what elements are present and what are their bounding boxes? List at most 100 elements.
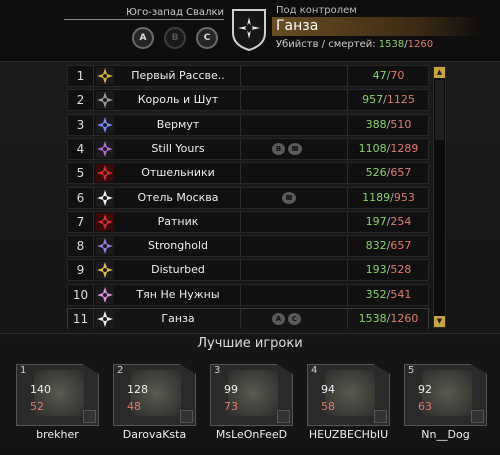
clan-deaths: 254 (390, 214, 412, 228)
player-deaths: 58 (321, 400, 335, 413)
flag-icon (282, 191, 296, 204)
point-badges: B (272, 142, 302, 155)
clan-score: 193/528 (347, 260, 429, 281)
player-deaths: 52 (30, 400, 44, 413)
clan-row[interactable]: 2 Король и Шут 957/1125 (67, 89, 429, 112)
capture-points: A B C (132, 27, 218, 49)
point-b-button[interactable]: B (164, 27, 186, 49)
player-card[interactable]: 2 128 48 DarovaKsta (113, 364, 196, 444)
clan-kills: 1538 (358, 312, 387, 325)
clan-kills: 1189 (362, 190, 391, 204)
territory-panel: Юго-запад Свалки A B C Под контролем Ган… (0, 0, 500, 455)
clan-row[interactable]: 5 Отшельники 526/657 (67, 162, 429, 185)
clan-kills: 526 (365, 166, 387, 180)
point-a-button[interactable]: A (132, 27, 154, 49)
clan-rank: 3 (68, 114, 94, 135)
clan-deaths: 1260 (390, 312, 419, 325)
clan-ranking-table: 1 Первый Рассве.. 47/70 2 Король и Шут 957/11… (67, 65, 431, 329)
player-kills: 128 (127, 383, 148, 396)
clan-score: 1108/1289 (347, 138, 429, 159)
clan-name: Stronghold (116, 236, 241, 257)
clan-row[interactable]: 11 Ганза 1538/1260 A C (67, 308, 429, 329)
clan-deaths: 70 (390, 69, 405, 82)
clan-row[interactable]: 6 Отель Москва 1189/953 (67, 186, 429, 209)
clan-row[interactable]: 8 Stronghold 832/657 (67, 235, 429, 258)
player-name: DarovaKsta (122, 428, 187, 441)
player-name: Nn__Dog (421, 428, 470, 441)
controller-name: Ганза (272, 17, 482, 36)
clan-kills: 832 (365, 239, 387, 253)
clan-score: 352/541 (347, 284, 429, 305)
territory-header: Юго-запад Свалки A B C Под контролем Ган… (0, 0, 500, 62)
flag-icon (288, 142, 302, 155)
clan-score: 388/510 (347, 114, 429, 135)
clan-score: 526/657 (347, 163, 429, 184)
zone-name: Юго-запад Свалки (64, 7, 224, 20)
clan-deaths: 657 (390, 166, 412, 180)
clan-kills: 352 (365, 287, 387, 301)
player-kills: 94 (321, 383, 335, 396)
player-rank: 2 (117, 365, 124, 376)
clan-name: Отшельники (116, 163, 241, 184)
clan-deaths: 1289 (390, 141, 419, 155)
player-deaths: 48 (127, 400, 141, 413)
clan-row[interactable]: 10 Тян Не Нужны 352/541 (67, 283, 429, 306)
clan-deaths: 1125 (386, 93, 415, 107)
stats-label: Убийств / смертей: (276, 39, 376, 50)
clan-table-scrollbar[interactable]: ▲ ▼ (433, 66, 446, 328)
clan-rank: 5 (68, 163, 94, 184)
clan-name: Король и Шут (116, 90, 241, 111)
clan-name: Ганза (116, 309, 241, 329)
player-deaths: 63 (418, 400, 432, 413)
clan-kills: 197 (365, 214, 387, 228)
player-name: HEUZBECHbIU (308, 428, 389, 441)
control-label: Под контролем (276, 5, 357, 16)
clan-row[interactable]: 1 Первый Рассве.. 47/70 (67, 65, 429, 87)
player-name: brekher (36, 428, 79, 441)
clan-kills: 957 (362, 93, 384, 107)
controller-deaths: 1260 (407, 39, 434, 50)
clan-rank: 4 (68, 138, 94, 159)
point-badge: B (272, 142, 285, 155)
clan-row[interactable]: 3 Вермут 388/510 (67, 113, 429, 136)
clan-score: 832/657 (347, 236, 429, 257)
clan-row[interactable]: 7 Ратник 197/254 (67, 210, 429, 233)
clan-rank: 10 (68, 284, 94, 305)
clan-name: Первый Рассве.. (116, 66, 241, 86)
best-players-title: Лучшие игроки (0, 333, 500, 353)
clan-rank: 7 (68, 211, 94, 232)
clan-deaths: 528 (390, 263, 412, 277)
clan-rank: 1 (68, 66, 94, 86)
clan-score: 47/70 (347, 66, 429, 86)
clan-score: 957/1125 (347, 90, 429, 111)
controller-stats: Убийств / смертей: 1538/1260 (276, 39, 433, 50)
player-rank: 3 (214, 365, 221, 376)
best-players-list: 1 140 52 brekher 2 128 48 DarovaKsta 3 99 73 MsLeOn… (16, 364, 487, 444)
clan-name: Ратник (116, 211, 241, 232)
clan-row[interactable]: 9 Disturbed 193/528 (67, 259, 429, 282)
scroll-up-icon[interactable]: ▲ (434, 67, 445, 78)
scroll-thumb[interactable] (435, 80, 444, 140)
player-card[interactable]: 1 140 52 brekher (16, 364, 99, 444)
scroll-down-icon[interactable]: ▼ (434, 316, 445, 327)
clan-row[interactable]: 4 Still Yours 1108/1289 B (67, 137, 429, 160)
player-name: MsLeOnFeeD (215, 428, 288, 441)
player-card[interactable]: 4 94 58 HEUZBECHbIU (307, 364, 390, 444)
point-badges: AC (272, 313, 301, 325)
clan-rank: 6 (68, 187, 94, 208)
point-badge: C (288, 313, 301, 325)
clan-rank: 11 (68, 309, 94, 329)
clan-emblem-icon (471, 410, 484, 423)
player-rank: 4 (311, 365, 318, 376)
player-kills: 92 (418, 383, 432, 396)
clan-emblem-icon (277, 410, 290, 423)
player-kills: 140 (30, 383, 51, 396)
player-card[interactable]: 3 99 73 MsLeOnFeeD (210, 364, 293, 444)
clan-name: Disturbed (116, 260, 241, 281)
point-c-button[interactable]: C (196, 27, 218, 49)
clan-kills: 388 (365, 117, 387, 131)
player-card[interactable]: 5 92 63 Nn__Dog (404, 364, 487, 444)
player-rank: 1 (20, 365, 27, 376)
clan-deaths: 953 (393, 190, 415, 204)
controller-kills: 1538 (378, 39, 405, 50)
